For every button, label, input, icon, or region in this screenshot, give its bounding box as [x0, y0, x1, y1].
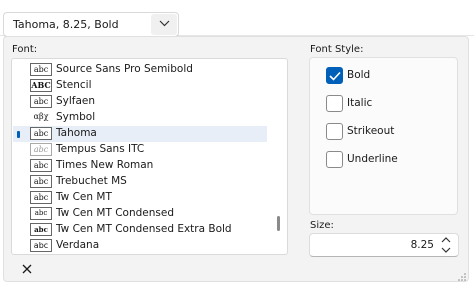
chevron-down-icon	[159, 20, 170, 27]
font-preview: abc	[30, 143, 52, 156]
font-list[interactable]: abc Source Sans Pro Semibold ABC Stencil…	[11, 58, 288, 255]
font-preview: abc	[30, 127, 52, 140]
scrollbar-thumb[interactable]	[277, 216, 280, 231]
font-name: Tw Cen MT Condensed Extra Bold	[56, 223, 232, 235]
font-list-item[interactable]: abc Times New Roman	[13, 158, 267, 174]
size-label: Size:	[310, 220, 334, 231]
font-list-item[interactable]: abc Verdana	[13, 238, 267, 254]
font-preview: ABC	[30, 79, 52, 92]
strikeout-checkbox[interactable]	[326, 123, 343, 140]
font-name: Tw Cen MT	[56, 191, 112, 203]
resize-grip-icon[interactable]	[458, 273, 466, 281]
size-value: 8.25	[410, 239, 434, 251]
font-name: Verdana	[56, 239, 100, 251]
font-list-item[interactable]: ABC Stencil	[13, 78, 267, 94]
font-name: Sylfaen	[56, 95, 96, 107]
font-preview: abc	[30, 239, 52, 252]
font-list-item[interactable]: αβχ Symbol	[13, 110, 267, 126]
font-list-item[interactable]: abc Sylfaen	[13, 94, 267, 110]
italic-checkbox[interactable]	[326, 95, 343, 112]
font-name: Trebuchet MS	[56, 175, 127, 187]
font-preview: abc	[30, 207, 52, 220]
dropdown-button[interactable]	[151, 14, 177, 35]
bold-checkbox[interactable]	[326, 67, 343, 84]
font-combo[interactable]: Tahoma, 8.25, Bold	[3, 12, 179, 37]
font-list-item[interactable]: abc Trebuchet MS	[13, 174, 267, 190]
selection-marker	[17, 131, 20, 138]
font-name: Symbol	[56, 111, 96, 123]
font-list-item[interactable]: abc Tw Cen MT Condensed	[13, 206, 267, 222]
size-input[interactable]: 8.25	[309, 233, 459, 257]
font-name: Source Sans Pro Semibold	[56, 63, 193, 75]
font-name: Tw Cen MT Condensed	[56, 207, 174, 219]
font-name: Tempus Sans ITC	[56, 143, 145, 155]
font-list-item[interactable]: abc Tw Cen MT Condensed Extra Bold	[13, 222, 267, 238]
font-combo-value: Tahoma, 8.25, Bold	[13, 18, 119, 31]
checkmark-icon	[329, 71, 341, 81]
font-style-label: Font Style:	[310, 44, 364, 55]
close-button[interactable]	[18, 262, 36, 280]
font-preview: abc	[30, 159, 52, 172]
font-list-item[interactable]: abc Source Sans Pro Semibold	[13, 62, 267, 78]
font-list-item[interactable]: abc Tw Cen MT	[13, 190, 267, 206]
font-name: Tahoma	[56, 127, 97, 139]
font-preview: abc	[30, 223, 52, 236]
font-list-item[interactable]: abc Tempus Sans ITC	[13, 142, 267, 158]
strikeout-label: Strikeout	[347, 125, 395, 137]
font-label: Font:	[12, 44, 38, 55]
font-name: Times New Roman	[56, 159, 154, 171]
underline-label: Underline	[347, 153, 398, 165]
font-preview: abc	[30, 63, 52, 76]
close-icon	[22, 264, 32, 274]
font-preview: abc	[30, 191, 52, 204]
font-preview: αβχ	[30, 111, 52, 124]
font-style-group: Bold Italic Strikeout Underline	[309, 57, 458, 215]
font-preview: abc	[30, 175, 52, 188]
italic-label: Italic	[347, 97, 373, 109]
bold-label: Bold	[347, 69, 371, 81]
spin-updown-icon[interactable]	[440, 236, 452, 254]
font-list-item-selected[interactable]: abc Tahoma	[13, 126, 267, 142]
font-name: Stencil	[56, 79, 92, 91]
font-preview: abc	[30, 95, 52, 108]
underline-checkbox[interactable]	[326, 151, 343, 168]
